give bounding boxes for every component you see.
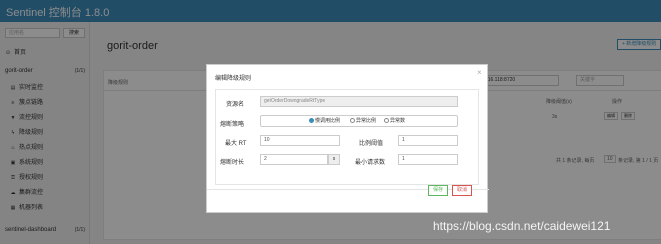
ratio-field[interactable]: 1 — [398, 135, 458, 146]
radio-dot — [384, 118, 389, 123]
radio-dot — [350, 118, 355, 123]
radio-label: 异常比例 — [356, 118, 377, 124]
radio-error-ratio[interactable]: 异常比例 — [350, 118, 376, 125]
resource-field: getOrderDowngradeRtType — [260, 96, 458, 107]
ratio-label: 比例阈值 — [359, 141, 384, 147]
radio-slow-ratio[interactable]: 慢调用比例 — [309, 118, 340, 125]
duration-unit: s — [328, 154, 340, 165]
cancel-button[interactable]: 取消 — [452, 185, 472, 196]
strategy-label: 熔断策略 — [220, 122, 245, 128]
radio-error-count[interactable]: 异常数 — [384, 118, 405, 125]
max-rt-label: 最大 RT — [225, 141, 247, 147]
min-request-label: 最小请求数 — [355, 160, 386, 166]
watermark-text: https://blog.csdn.net/caidewei121 — [433, 219, 611, 233]
resource-label: 资源名 — [226, 102, 245, 108]
radio-label: 慢调用比例 — [315, 118, 341, 124]
duration-field[interactable]: 2 — [260, 154, 328, 165]
dialog-title: 编辑降级规则 — [215, 76, 252, 82]
radio-label: 异常数 — [390, 118, 406, 124]
min-request-field[interactable]: 1 — [398, 154, 458, 165]
save-button[interactable]: 保存 — [428, 185, 448, 196]
max-rt-field[interactable]: 10 — [260, 135, 340, 146]
duration-label: 熔断时长 — [220, 160, 245, 166]
radio-dot — [309, 118, 314, 123]
strategy-radio-group: 慢调用比例 异常比例 异常数 — [260, 115, 458, 127]
close-icon[interactable]: × — [477, 68, 482, 77]
